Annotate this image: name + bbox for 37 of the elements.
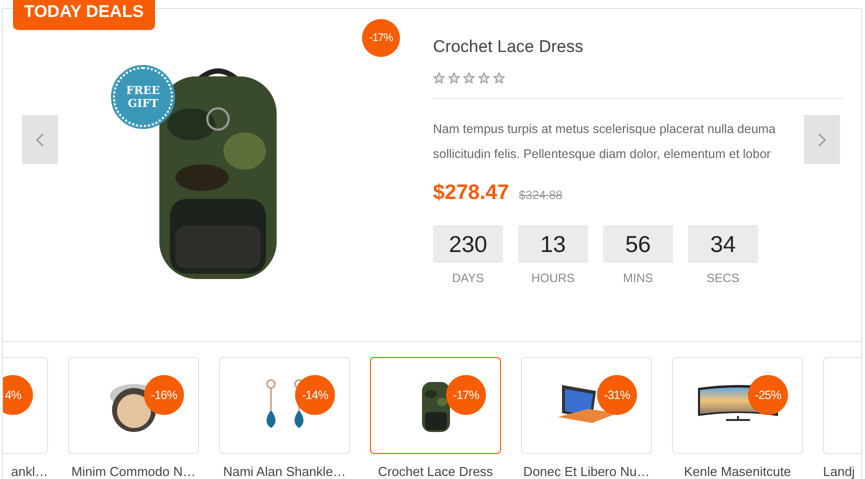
- product-name[interactable]: Nami Alan Shankle…: [223, 464, 346, 479]
- countdown-value: 230: [433, 225, 503, 263]
- star-icon: [433, 72, 445, 84]
- free-gift-badge: FREE GIFT: [113, 67, 173, 127]
- discount-badge: -14%: [295, 375, 335, 415]
- product-name[interactable]: Landj: [823, 464, 855, 479]
- original-price: $324.88: [518, 188, 562, 202]
- chevron-right-icon: [818, 132, 826, 146]
- discount-badge: -16%: [144, 375, 184, 415]
- discount-badge: -31%: [597, 375, 637, 415]
- countdown-value: 56: [603, 225, 673, 263]
- today-deals-ribbon: TODAY DEALS: [13, 0, 155, 30]
- countdown-unit: DAYS: [452, 271, 484, 285]
- chevron-left-icon: [36, 132, 44, 146]
- countdown-unit: HOURS: [531, 271, 575, 285]
- discount-badge: -17%: [362, 19, 400, 57]
- discount-badge: -17%: [446, 375, 486, 415]
- product-title: Crochet Lace Dress: [433, 37, 584, 57]
- next-button[interactable]: [804, 115, 840, 164]
- previous-button[interactable]: [22, 115, 58, 164]
- countdown-unit: SECS: [706, 271, 740, 285]
- product-name[interactable]: Minim Commodo N…: [71, 464, 196, 479]
- sale-price: $278.47: [433, 181, 509, 205]
- product-name[interactable]: Crochet Lace Dress: [378, 464, 493, 479]
- star-icon: [478, 72, 490, 84]
- countdown-unit: MINS: [623, 271, 653, 285]
- star-icon: [448, 72, 460, 84]
- discount-badge: -25%: [748, 375, 788, 415]
- product-name[interactable]: Kenle Masenitcute: [684, 464, 791, 479]
- star-icon: [493, 72, 505, 84]
- discount-badge: 4%: [3, 375, 33, 415]
- countdown-value: 13: [518, 225, 588, 263]
- star-icon: [463, 72, 475, 84]
- product-name[interactable]: Donec Et Libero Nu…: [523, 464, 650, 479]
- product-description: Nam tempus turpis at metus scelerisque placerat nulla deuma sollicitudin felis. Pellentesque diam dolor, elementum et lobor: [433, 121, 777, 163]
- countdown-value: 34: [688, 225, 758, 263]
- product-name[interactable]: ankl…: [11, 464, 48, 479]
